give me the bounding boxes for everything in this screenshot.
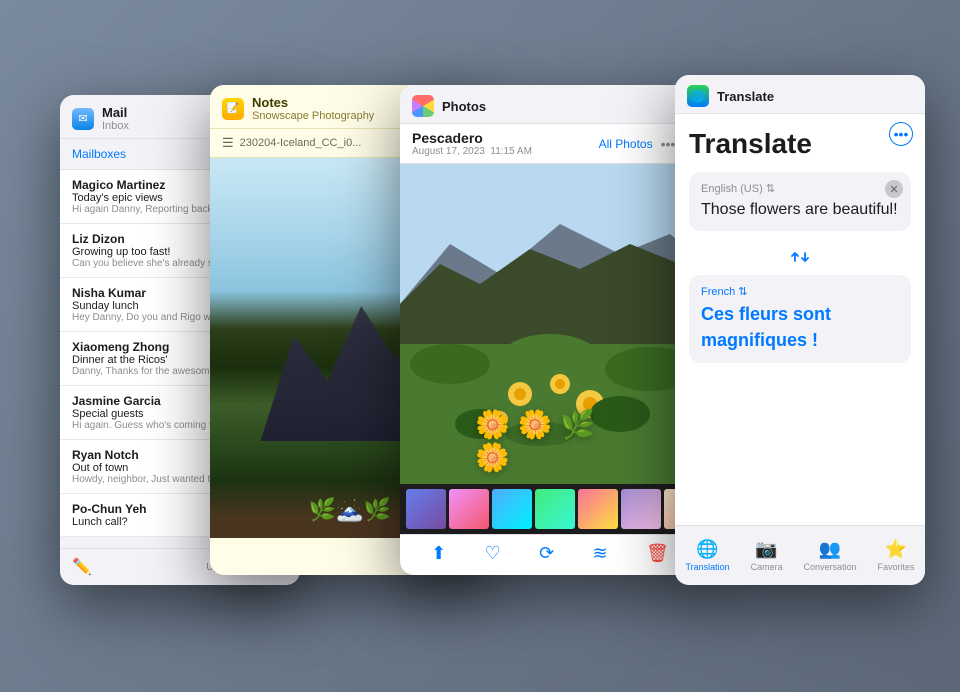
photo-thumb[interactable] xyxy=(449,489,489,529)
notes-subtitle: Snowscape Photography xyxy=(252,110,374,122)
translate-clear-button[interactable]: ✕ xyxy=(885,180,903,198)
photos-title-bar: Photos xyxy=(400,85,700,124)
translation-tab-label: Translation xyxy=(685,562,729,572)
photos-more-button[interactable]: ••• xyxy=(661,136,676,152)
translate-source-text: Those flowers are beautiful! xyxy=(701,199,899,221)
compose-icon[interactable]: ✏️ xyxy=(72,557,92,577)
translate-output-text: Ces fleurs sont magnifiques ! xyxy=(701,302,899,352)
translate-body: ••• Translate English (US) ⇅ Those flowe… xyxy=(675,114,925,363)
share-icon[interactable]: ⬆ xyxy=(431,543,446,564)
translate-source-lang[interactable]: English (US) ⇅ xyxy=(701,182,899,195)
photo-thumb[interactable] xyxy=(621,489,661,529)
translate-tab-bar: 🌐 Translation 📷 Camera 👥 Conversation ⭐ … xyxy=(675,525,925,585)
mail-subtitle: Inbox xyxy=(102,120,129,132)
photos-app-icon xyxy=(412,95,434,117)
translate-page-title: Translate xyxy=(689,128,911,160)
translate-input-section: English (US) ⇅ Those flowers are beautif… xyxy=(689,172,911,231)
mail-app-name: Mail xyxy=(102,105,129,120)
adjust-icon[interactable]: ≋ xyxy=(593,543,608,564)
photos-date: August 17, 2023 11:15 AM xyxy=(412,146,532,157)
translate-more-button[interactable]: ••• xyxy=(889,122,913,146)
translate-output-section: French ⇅ Ces fleurs sont magnifiques ! xyxy=(689,275,911,362)
photo-thumb[interactable] xyxy=(492,489,532,529)
conversation-tab-icon: 👥 xyxy=(819,539,841,560)
photos-window[interactable]: Photos Pescadero August 17, 2023 11:15 A… xyxy=(400,85,700,575)
photos-all-button[interactable]: All Photos xyxy=(599,137,653,151)
photo-thumb[interactable] xyxy=(535,489,575,529)
translate-swap-button[interactable] xyxy=(689,239,911,275)
mail-app-icon xyxy=(72,108,94,130)
photos-nav-bar: Pescadero August 17, 2023 11:15 AM All P… xyxy=(400,124,700,164)
photos-location: Pescadero xyxy=(412,130,532,146)
favorites-tab-icon: ⭐ xyxy=(885,539,907,560)
photos-app-name: Photos xyxy=(442,99,486,114)
live-photo-icon[interactable]: ⟳ xyxy=(539,543,554,564)
camera-tab-label: Camera xyxy=(751,562,783,572)
tab-conversation[interactable]: 👥 Conversation xyxy=(804,539,857,572)
translate-app-name: Translate xyxy=(717,89,774,104)
favorites-tab-label: Favorites xyxy=(878,562,915,572)
notes-app-icon xyxy=(222,98,244,120)
conversation-tab-label: Conversation xyxy=(804,562,857,572)
photos-thumbnail-strip xyxy=(400,484,700,534)
translate-title-bar: 🌐 Translate xyxy=(675,75,925,114)
translate-app-icon: 🌐 xyxy=(687,85,709,107)
tab-translation[interactable]: 🌐 Translation xyxy=(685,539,729,572)
translate-window[interactable]: 🌐 Translate ••• Translate English (US) ⇅… xyxy=(675,75,925,585)
camera-tab-icon: 📷 xyxy=(755,539,777,560)
photos-main-image xyxy=(400,164,700,484)
mail-back-button[interactable]: Mailboxes xyxy=(72,147,126,161)
translate-target-lang[interactable]: French ⇅ xyxy=(701,285,899,298)
app-switcher: Mail Inbox Mailboxes Inbox Magico Martin… xyxy=(0,0,960,692)
notes-doc-name: 230204-Iceland_CC_i0... xyxy=(240,137,362,149)
photos-toolbar: ⬆ ♡ ⟳ ≋ 🗑 xyxy=(400,534,700,572)
translation-tab-icon: 🌐 xyxy=(696,539,718,560)
tab-camera[interactable]: 📷 Camera xyxy=(751,539,783,572)
photo-thumb[interactable] xyxy=(406,489,446,529)
photo-thumb[interactable] xyxy=(578,489,618,529)
heart-icon[interactable]: ♡ xyxy=(485,543,501,564)
tab-favorites[interactable]: ⭐ Favorites xyxy=(878,539,915,572)
notes-app-name: Notes xyxy=(252,95,374,110)
delete-icon[interactable]: 🗑 xyxy=(646,543,669,564)
